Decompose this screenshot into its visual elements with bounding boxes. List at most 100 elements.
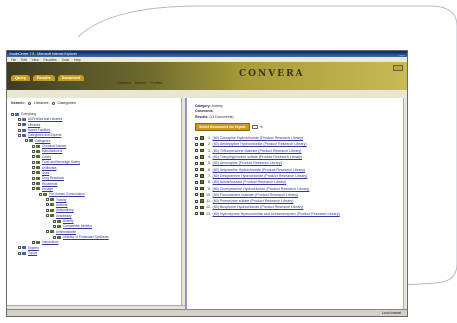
tree-node[interactable]: Categories and Experts xyxy=(18,133,61,137)
window-controls[interactable]: ___ xyxy=(399,52,405,56)
tree-node[interactable]: Antimetabolite xyxy=(46,230,76,234)
tree-checkbox[interactable] xyxy=(53,219,56,223)
tree-node[interactable]: Uses xyxy=(32,171,49,175)
tree-checkbox[interactable] xyxy=(18,123,21,127)
tree-node[interactable]: For Human Consumption xyxy=(39,192,85,196)
document-checkbox[interactable] xyxy=(195,199,198,203)
document-title-link[interactable]: (80) Tranylcypromine sulfate (Product Re… xyxy=(213,155,302,159)
tree-node-label[interactable]: Experts xyxy=(28,246,39,250)
document-title-link[interactable]: (80) Desipramine Hydrochloride (Product … xyxy=(213,174,308,178)
tree-node-label[interactable]: Antiobesity xyxy=(56,214,72,218)
home-icon[interactable] xyxy=(393,65,403,71)
tree-node[interactable]: Antisoothing xyxy=(46,208,74,212)
document-title-link[interactable]: (80) Clomipramine Hydrochloride (Product… xyxy=(213,187,310,191)
tree-checkbox[interactable] xyxy=(18,128,21,132)
tree-checkbox[interactable] xyxy=(53,235,56,239)
tree-checkbox[interactable] xyxy=(32,182,35,186)
tree-node-label[interactable]: Interactions xyxy=(42,240,58,244)
document-checkbox[interactable] xyxy=(195,193,198,197)
document-checkbox[interactable] xyxy=(195,161,198,165)
tree-node-label[interactable]: Anxiety xyxy=(63,219,73,223)
tree-node-label[interactable]: For Human Consumption xyxy=(49,192,85,196)
tree-node-label[interactable]: Cases xyxy=(42,155,51,159)
tree-node[interactable]: Topics xyxy=(18,251,37,255)
tree-checkbox[interactable] xyxy=(25,139,28,143)
document-checkbox[interactable] xyxy=(195,205,198,209)
document-checkbox[interactable] xyxy=(195,168,198,172)
sublink-libraries[interactable]: Libraries xyxy=(117,81,131,85)
document-title-link[interactable]: (80) Amitriptyline Hydrochloride (Produc… xyxy=(213,142,307,146)
document-checkbox[interactable] xyxy=(195,180,198,184)
percent-input[interactable] xyxy=(251,125,258,129)
menu-edit[interactable]: Edit xyxy=(21,58,27,62)
tree-checkbox[interactable] xyxy=(46,208,49,212)
tree-node[interactable]: Antibiotics xyxy=(32,166,57,170)
tree-node-label[interactable]: Antiviral xyxy=(56,203,67,207)
tree-node-label[interactable]: Uses xyxy=(42,171,49,175)
tree-node[interactable]: Competitive Inhibitor xyxy=(53,224,92,228)
tree-node[interactable]: Interactions xyxy=(32,240,58,244)
tree-node[interactable]: Libraries xyxy=(18,123,40,127)
tree-node[interactable]: Categories xyxy=(25,139,50,143)
tree-node[interactable]: Cases xyxy=(32,155,51,159)
menu-tools[interactable]: Tools xyxy=(62,58,69,62)
tree-checkbox[interactable] xyxy=(46,198,49,202)
tree-node[interactable]: Food and Beverage Safety xyxy=(32,160,80,164)
tree-checkbox[interactable] xyxy=(18,117,21,121)
select-documents-button[interactable]: Select Documents for Export xyxy=(195,123,250,131)
document-checkbox[interactable] xyxy=(195,174,198,178)
tree-node[interactable]: All Profiles and Libraries xyxy=(18,117,62,121)
menu-view[interactable]: View xyxy=(32,58,39,62)
tree-checkbox[interactable] xyxy=(32,144,35,148)
tree-checkbox[interactable] xyxy=(32,155,35,159)
tree-node[interactable]: Experts xyxy=(18,246,39,250)
tree-checkbox[interactable] xyxy=(39,192,42,196)
tree-node-label[interactable]: Drug Reactions xyxy=(42,176,64,180)
tree-node[interactable]: Saved Facilities xyxy=(18,128,50,132)
document-checkbox[interactable] xyxy=(195,212,198,216)
document-title-link[interactable]: (80) Buspirone Hydrochloride (Product Re… xyxy=(213,205,304,209)
document-checkbox[interactable] xyxy=(195,187,198,191)
tree-node[interactable]: Toxicity xyxy=(46,198,66,202)
tree-node-label[interactable]: Saved Facilities xyxy=(28,128,50,132)
tree-node-label[interactable]: Food and Beverage Safety xyxy=(42,160,80,164)
tree-checkbox[interactable] xyxy=(32,176,35,180)
document-title-link[interactable]: (80) Phenelzine sulfate (Product Researc… xyxy=(213,199,294,203)
menu-favorites[interactable]: Favorites xyxy=(44,58,57,62)
tree-node-label[interactable]: Competitive Inhibitor xyxy=(63,224,92,228)
document-title-link[interactable]: (80) Isocarboxazid (Product Research Lib… xyxy=(213,180,287,184)
tree-checkbox[interactable] xyxy=(32,166,35,169)
tree-node[interactable]: Inhibitor of Proteinase Synthesis xyxy=(53,235,109,239)
document-checkbox[interactable] xyxy=(195,155,198,159)
tree-node[interactable]: Household xyxy=(32,182,57,186)
tree-node-label[interactable]: Manufacturers xyxy=(42,149,62,153)
tree-checkbox[interactable] xyxy=(32,149,35,153)
document-checkbox[interactable] xyxy=(195,142,198,146)
document-checkbox[interactable] xyxy=(195,149,198,153)
radio-libraries[interactable] xyxy=(27,101,31,105)
tab-document[interactable]: Document xyxy=(57,75,85,81)
tree-node[interactable]: Antiobesity xyxy=(46,214,72,218)
tree-checkbox[interactable] xyxy=(46,230,49,234)
tree-node-label[interactable]: All Profiles and Libraries xyxy=(28,117,62,121)
tab-results[interactable]: Results xyxy=(32,75,55,81)
tree-node-label[interactable]: Household xyxy=(42,182,57,186)
tree-checkbox[interactable] xyxy=(11,112,14,116)
tab-query[interactable]: Query xyxy=(11,75,30,81)
tree-node-label[interactable]: Antimetabolite xyxy=(56,230,76,234)
tree-checkbox[interactable] xyxy=(32,240,35,244)
menu-file[interactable]: File xyxy=(11,58,16,62)
tree-checkbox[interactable] xyxy=(46,214,49,218)
tree-node-label[interactable]: Chemical Names xyxy=(42,144,66,148)
document-checkbox[interactable] xyxy=(195,136,198,140)
tree-node-label[interactable]: Antisoothing xyxy=(56,208,74,212)
tree-node-label[interactable]: Antibiotics xyxy=(42,166,57,170)
document-title-link[interactable]: (80) Hydroxyzine Hydrochloride and Aceta… xyxy=(213,212,340,216)
document-title-link[interactable]: (80) Clozapine Hydrochloride (Product Re… xyxy=(213,136,304,140)
tree-node-label[interactable]: Topics xyxy=(28,251,37,255)
tree-node-label[interactable]: Categories xyxy=(35,139,50,143)
tree-checkbox[interactable] xyxy=(46,203,49,207)
radio-categories[interactable] xyxy=(51,101,55,105)
tree-node-label[interactable]: Libraries xyxy=(28,123,40,127)
tree-checkbox[interactable] xyxy=(18,251,21,255)
